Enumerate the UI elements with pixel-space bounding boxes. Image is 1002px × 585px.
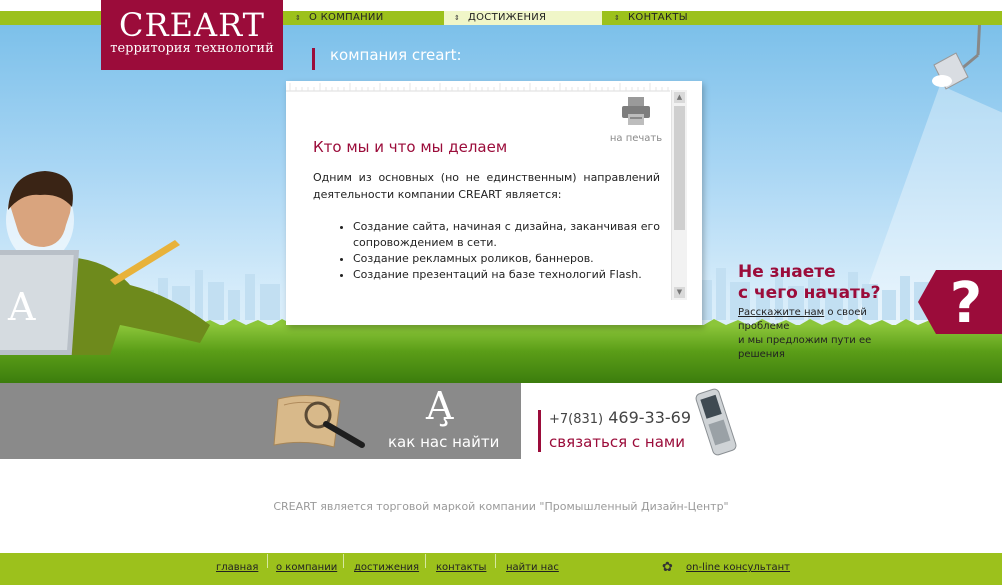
online-consultant-link[interactable]: on-line консультант bbox=[686, 562, 790, 573]
list-item: Создание презентаций на базе технологий … bbox=[353, 267, 660, 283]
ask-text-2: и мы предложим пути ее решения bbox=[738, 335, 872, 360]
card-heading: Кто мы и что мы делаем bbox=[313, 138, 508, 156]
services-list: Создание сайта, начиная с дизайна, закан… bbox=[313, 219, 660, 283]
print-label: на печать bbox=[609, 133, 663, 144]
footer-link-contacts[interactable]: контакты bbox=[436, 562, 486, 573]
updown-arrow-icon: ⇕ bbox=[614, 14, 621, 22]
svg-text:?: ? bbox=[950, 271, 982, 334]
nav-tab-contacts[interactable]: ⇕ КОНТАКТЫ bbox=[604, 11, 762, 25]
question-mark-icon[interactable]: ? bbox=[918, 270, 1002, 334]
find-us-label: как нас найти bbox=[388, 433, 500, 451]
section-title: компания creart: bbox=[312, 48, 462, 70]
footer-link-home[interactable]: главная bbox=[216, 562, 258, 573]
nav-tab-label: О КОМПАНИИ bbox=[309, 12, 384, 23]
scrollbar[interactable]: ▲ ▼ bbox=[671, 90, 687, 300]
phone-number: +7(831) 469-33-69 bbox=[549, 408, 691, 430]
scroll-up-arrow-icon[interactable]: ▲ bbox=[674, 92, 685, 103]
updown-arrow-icon: ⇕ bbox=[295, 14, 302, 22]
footer-bar: главная о компании достижения контакты н… bbox=[0, 553, 1002, 585]
updown-arrow-icon: ⇕ bbox=[454, 14, 461, 22]
nav-tab-about[interactable]: ⇕ О КОМПАНИИ bbox=[285, 11, 443, 25]
card-intro: Одним из основных (но не единственным) н… bbox=[313, 171, 660, 201]
footer-link-achievements[interactable]: достижения bbox=[354, 562, 419, 573]
contact-block: +7(831) 469-33-69 связаться с нами bbox=[538, 408, 691, 454]
footer-link-find-us[interactable]: найти нас bbox=[506, 562, 559, 573]
scroll-down-arrow-icon[interactable]: ▼ bbox=[674, 287, 685, 298]
footer-separator bbox=[425, 554, 426, 568]
footer-link-about[interactable]: о компании bbox=[276, 562, 337, 573]
nav-tab-achievements[interactable]: ⇕ ДОСТИЖЕНИЯ bbox=[444, 11, 602, 25]
logo-tagline: территория технологий bbox=[110, 41, 274, 56]
logo-name: CREART bbox=[119, 6, 265, 44]
scroll-thumb[interactable] bbox=[674, 106, 685, 230]
logo[interactable]: CREART территория технологий bbox=[101, 0, 283, 70]
footer-separator bbox=[267, 554, 268, 568]
lamp-icon bbox=[932, 25, 982, 90]
find-us-banner[interactable]: A̧ как нас найти bbox=[0, 383, 521, 459]
ask-title-line2: с чего начать? bbox=[738, 283, 881, 303]
ask-title-line1: Не знаете bbox=[738, 262, 836, 282]
list-item: Создание сайта, начиная с дизайна, закан… bbox=[353, 219, 660, 251]
svg-text:A: A bbox=[7, 285, 36, 329]
brand-mark-icon: A̧ bbox=[426, 384, 454, 428]
nav-tab-label: КОНТАКТЫ bbox=[628, 12, 688, 23]
nav-tab-label: ДОСТИЖЕНИЯ bbox=[468, 12, 547, 23]
footer-separator bbox=[343, 554, 344, 568]
tell-us-link[interactable]: Расскажите нам bbox=[738, 307, 824, 318]
ask-text: Расскажите нам о своей проблеме и мы пре… bbox=[738, 306, 918, 362]
mobile-phone-icon bbox=[695, 388, 737, 456]
content-card: на печать Кто мы и что мы делаем Одним и… bbox=[286, 81, 702, 325]
map-magnifier-icon bbox=[273, 395, 365, 448]
list-item: Создание рекламных роликов, баннеров. bbox=[353, 251, 660, 267]
phone-digits: 469-33-69 bbox=[603, 408, 692, 427]
phone-code: +7(831) bbox=[549, 412, 604, 427]
contact-us-link[interactable]: связаться с нами bbox=[549, 430, 691, 454]
print-button[interactable]: на печать bbox=[606, 95, 666, 144]
ask-block: Не знаете с чего начать? Расскажите нам … bbox=[738, 262, 918, 362]
copyright-text: CREART является торговой маркой компании… bbox=[273, 500, 729, 513]
flower-icon: ✿ bbox=[662, 560, 673, 575]
ruler-edge bbox=[286, 83, 670, 92]
footer-separator bbox=[495, 554, 496, 568]
person-with-laptop-illustration: A bbox=[0, 171, 210, 355]
printer-icon bbox=[622, 97, 650, 125]
